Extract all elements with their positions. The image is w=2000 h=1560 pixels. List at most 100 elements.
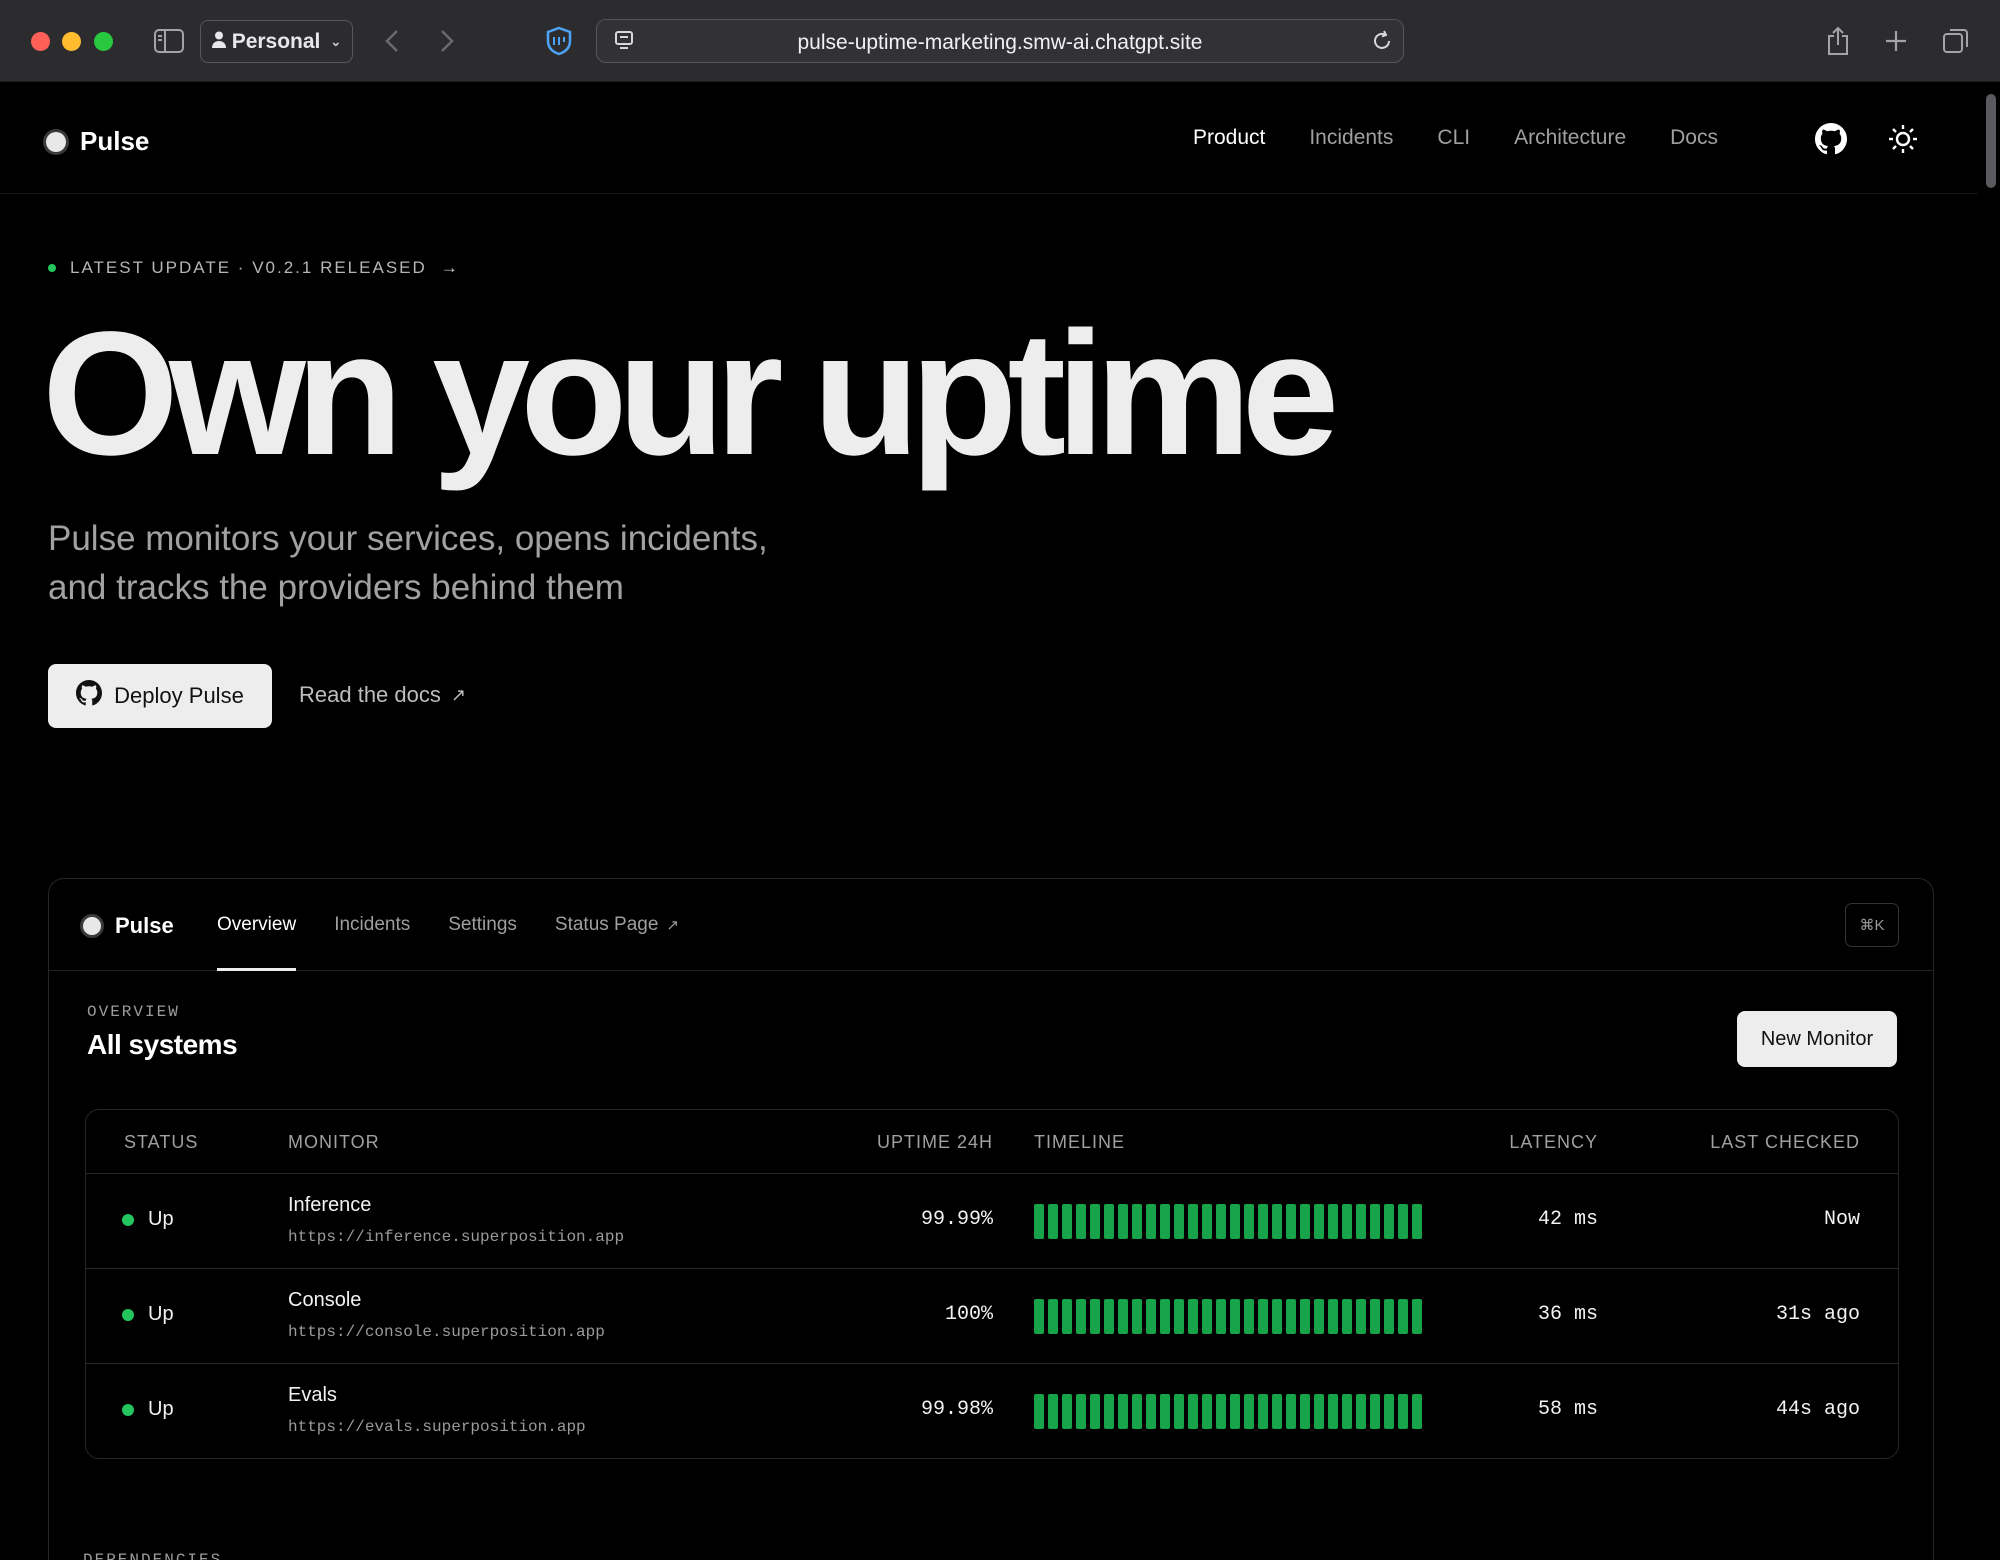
timeline-segment[interactable] <box>1118 1299 1128 1334</box>
nav-cli[interactable]: CLI <box>1437 126 1470 150</box>
timeline-segment[interactable] <box>1216 1204 1226 1239</box>
timeline-segment[interactable] <box>1272 1299 1282 1334</box>
timeline-segment[interactable] <box>1132 1299 1142 1334</box>
table-row[interactable]: Up Console https://console.superposition… <box>86 1269 1898 1364</box>
tab-status-page[interactable]: Status Page ↗ <box>555 879 679 971</box>
nav-architecture[interactable]: Architecture <box>1514 126 1626 150</box>
timeline-segment[interactable] <box>1076 1394 1086 1429</box>
monitor-name[interactable]: Console <box>288 1289 361 1312</box>
timeline-segment[interactable] <box>1384 1204 1394 1239</box>
timeline-segment[interactable] <box>1118 1394 1128 1429</box>
timeline-segment[interactable] <box>1398 1394 1408 1429</box>
timeline-segment[interactable] <box>1034 1204 1044 1239</box>
sun-icon[interactable] <box>1887 123 1919 155</box>
timeline-segment[interactable] <box>1328 1394 1338 1429</box>
col-timeline[interactable]: TIMELINE <box>1034 1132 1125 1153</box>
timeline-segment[interactable] <box>1062 1204 1072 1239</box>
timeline-segment[interactable] <box>1356 1204 1366 1239</box>
timeline-segment[interactable] <box>1174 1299 1184 1334</box>
timeline-segment[interactable] <box>1048 1204 1058 1239</box>
timeline-segment[interactable] <box>1384 1394 1394 1429</box>
timeline-segment[interactable] <box>1356 1394 1366 1429</box>
timeline-segment[interactable] <box>1090 1299 1100 1334</box>
tab-settings[interactable]: Settings <box>448 879 517 971</box>
deploy-pulse-button[interactable]: Deploy Pulse <box>48 664 272 728</box>
table-row[interactable]: Up Inference https://inference.superposi… <box>86 1174 1898 1269</box>
zoom-window-button[interactable] <box>94 32 113 51</box>
timeline-segment[interactable] <box>1370 1299 1380 1334</box>
timeline-segment[interactable] <box>1062 1299 1072 1334</box>
timeline-segment[interactable] <box>1160 1204 1170 1239</box>
timeline-segment[interactable] <box>1300 1204 1310 1239</box>
timeline-segment[interactable] <box>1314 1204 1324 1239</box>
timeline-segment[interactable] <box>1090 1204 1100 1239</box>
timeline-segment[interactable] <box>1300 1299 1310 1334</box>
timeline-segment[interactable] <box>1090 1394 1100 1429</box>
nav-incidents[interactable]: Incidents <box>1309 126 1393 150</box>
back-arrow-icon[interactable] <box>378 24 406 58</box>
timeline-segment[interactable] <box>1104 1394 1114 1429</box>
timeline-segment[interactable] <box>1356 1299 1366 1334</box>
timeline-segment[interactable] <box>1202 1204 1212 1239</box>
timeline-segment[interactable] <box>1230 1299 1240 1334</box>
scrollbar[interactable] <box>1986 94 1996 188</box>
timeline-segment[interactable] <box>1342 1394 1352 1429</box>
timeline-segment[interactable] <box>1272 1394 1282 1429</box>
timeline-segment[interactable] <box>1412 1394 1422 1429</box>
timeline-segment[interactable] <box>1104 1204 1114 1239</box>
timeline-segment[interactable] <box>1048 1394 1058 1429</box>
timeline-segment[interactable] <box>1202 1394 1212 1429</box>
command-palette-shortcut[interactable]: ⌘K <box>1845 903 1899 947</box>
timeline-segment[interactable] <box>1132 1204 1142 1239</box>
timeline-segment[interactable] <box>1244 1204 1254 1239</box>
share-icon[interactable] <box>1823 24 1853 58</box>
timeline-segment[interactable] <box>1328 1299 1338 1334</box>
timeline-segment[interactable] <box>1384 1299 1394 1334</box>
col-last-checked[interactable]: LAST CHECKED <box>1710 1132 1860 1153</box>
minimize-window-button[interactable] <box>62 32 81 51</box>
timeline-segment[interactable] <box>1076 1204 1086 1239</box>
timeline-segment[interactable] <box>1286 1204 1296 1239</box>
dashboard-logo[interactable]: Pulse <box>83 913 174 939</box>
timeline-segment[interactable] <box>1244 1394 1254 1429</box>
timeline-segment[interactable] <box>1342 1204 1352 1239</box>
shield-icon[interactable] <box>543 24 575 58</box>
timeline-segment[interactable] <box>1230 1394 1240 1429</box>
timeline-segment[interactable] <box>1160 1394 1170 1429</box>
site-logo[interactable]: Pulse <box>46 126 149 157</box>
site-settings-icon[interactable] <box>612 27 638 55</box>
timeline-segment[interactable] <box>1370 1204 1380 1239</box>
timeline-segment[interactable] <box>1272 1204 1282 1239</box>
table-row[interactable]: Up Evals https://evals.superposition.app… <box>86 1364 1898 1458</box>
tab-overview[interactable]: Overview <box>217 879 297 971</box>
read-docs-link[interactable]: Read the docs ↗ <box>299 682 466 708</box>
timeline-segment[interactable] <box>1412 1204 1422 1239</box>
timeline-segment[interactable] <box>1328 1204 1338 1239</box>
timeline-segment[interactable] <box>1146 1204 1156 1239</box>
col-latency[interactable]: LATENCY <box>1509 1132 1598 1153</box>
timeline-segment[interactable] <box>1216 1394 1226 1429</box>
sidebar-toggle-icon[interactable] <box>152 26 186 56</box>
reload-icon[interactable] <box>1368 27 1396 55</box>
timeline-segment[interactable] <box>1398 1204 1408 1239</box>
timeline-segment[interactable] <box>1076 1299 1086 1334</box>
timeline-segment[interactable] <box>1342 1299 1352 1334</box>
address-bar[interactable]: pulse-uptime-marketing.smw-ai.chatgpt.si… <box>596 19 1404 63</box>
timeline-segment[interactable] <box>1314 1394 1324 1429</box>
timeline-segment[interactable] <box>1258 1394 1268 1429</box>
tab-incidents[interactable]: Incidents <box>334 879 410 971</box>
new-monitor-button[interactable]: New Monitor <box>1737 1011 1897 1067</box>
timeline-segment[interactable] <box>1174 1394 1184 1429</box>
github-icon[interactable] <box>1815 123 1847 155</box>
timeline-segment[interactable] <box>1286 1394 1296 1429</box>
timeline-segment[interactable] <box>1314 1299 1324 1334</box>
tab-overview-icon[interactable] <box>1939 24 1973 58</box>
timeline-segment[interactable] <box>1062 1394 1072 1429</box>
timeline-segment[interactable] <box>1188 1394 1198 1429</box>
close-window-button[interactable] <box>31 32 50 51</box>
timeline-segment[interactable] <box>1174 1204 1184 1239</box>
timeline-segment[interactable] <box>1132 1394 1142 1429</box>
nav-product[interactable]: Product <box>1193 126 1265 150</box>
nav-docs[interactable]: Docs <box>1670 126 1718 150</box>
col-status[interactable]: STATUS <box>124 1132 198 1153</box>
